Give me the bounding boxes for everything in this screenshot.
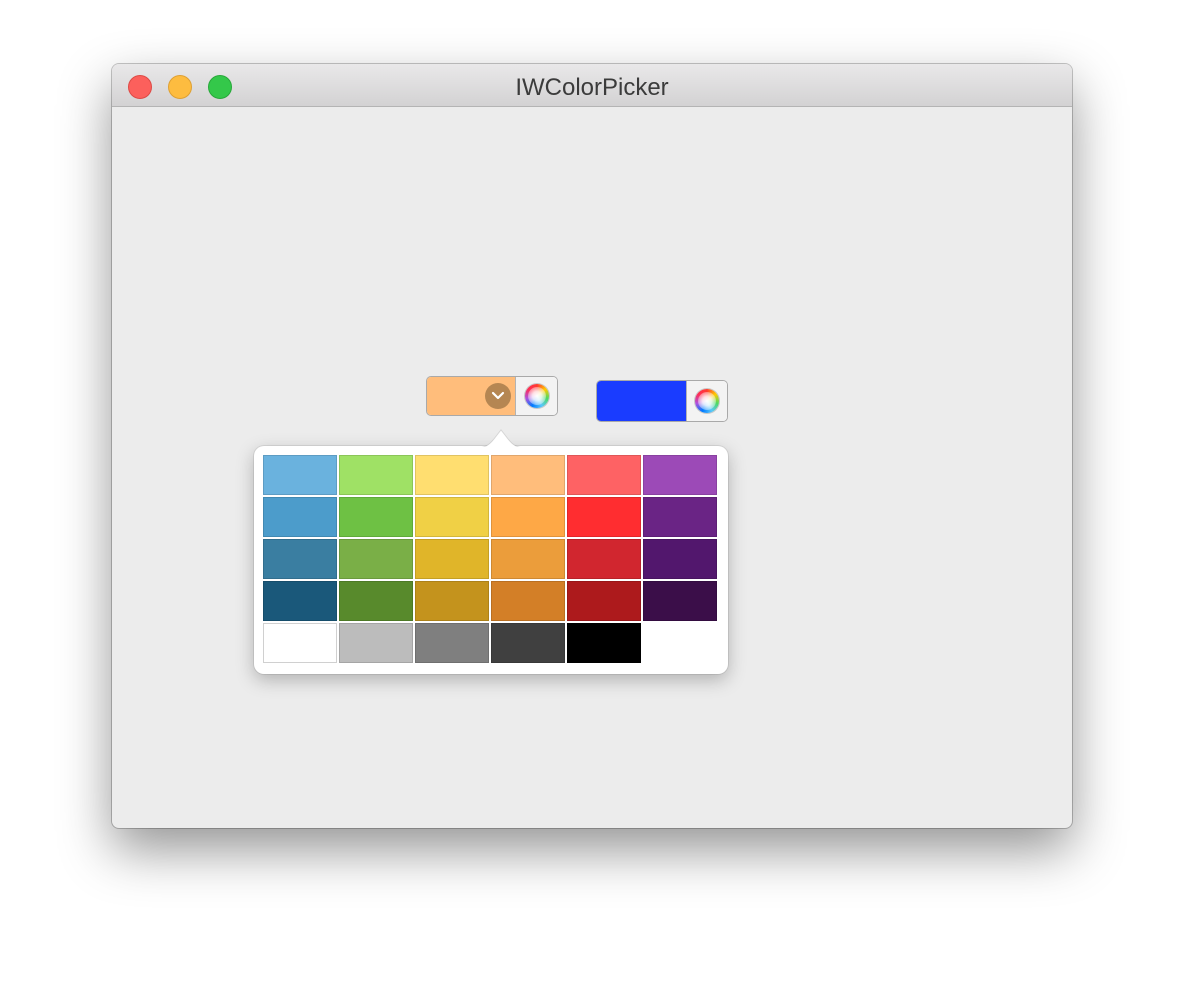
color-swatch[interactable] [263,581,337,621]
color-swatch[interactable] [567,497,641,537]
color-swatch[interactable] [339,581,413,621]
color-well-swatch[interactable] [597,381,688,421]
color-swatch[interactable] [339,497,413,537]
color-swatch[interactable] [415,539,489,579]
color-swatch[interactable] [339,455,413,495]
color-swatch[interactable] [415,497,489,537]
color-panel-button[interactable] [515,377,557,415]
empty-swatch-slot [643,623,717,663]
swatch-grid [263,455,717,663]
color-swatch[interactable] [263,539,337,579]
color-swatch[interactable] [643,455,717,495]
color-wheel-icon [524,384,549,408]
window-title: IWColorPicker [515,74,669,101]
color-swatch[interactable] [643,497,717,537]
popover-arrow [476,429,526,448]
color-swatch[interactable] [415,623,489,663]
color-swatch[interactable] [567,539,641,579]
color-swatch[interactable] [567,455,641,495]
color-well-orange[interactable] [426,376,558,416]
chevron-down-icon[interactable] [485,383,511,409]
color-swatch[interactable] [415,581,489,621]
color-swatch[interactable] [567,581,641,621]
color-swatch[interactable] [491,539,565,579]
color-swatch[interactable] [263,455,337,495]
color-swatch[interactable] [491,581,565,621]
color-swatch[interactable] [643,539,717,579]
app-window: IWColorPicker [112,64,1072,828]
color-swatch[interactable] [415,455,489,495]
color-swatch-popover [254,429,728,674]
color-swatch[interactable] [339,539,413,579]
color-swatch[interactable] [643,581,717,621]
color-wheel-icon [695,389,719,413]
color-panel-button[interactable] [686,381,727,421]
color-swatch[interactable] [491,497,565,537]
color-swatch[interactable] [567,623,641,663]
color-well-swatch[interactable] [427,377,517,415]
color-swatch[interactable] [263,497,337,537]
title-bar[interactable]: IWColorPicker [112,64,1072,107]
color-swatch[interactable] [339,623,413,663]
color-swatch[interactable] [491,623,565,663]
color-swatch[interactable] [491,455,565,495]
color-well-blue[interactable] [596,380,728,422]
color-swatch[interactable] [263,623,337,663]
